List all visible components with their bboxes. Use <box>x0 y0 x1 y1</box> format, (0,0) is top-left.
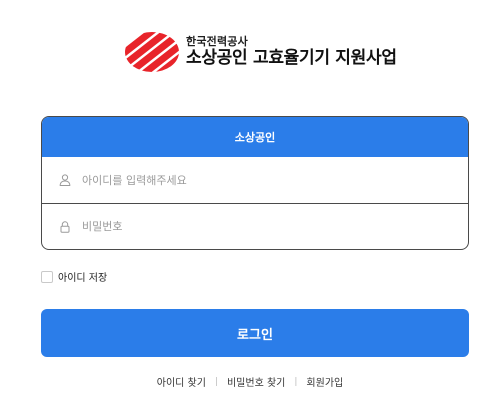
kepco-logo-icon <box>125 32 179 72</box>
brand-header: 한국전력공사 소상공인 고효율기기 지원사업 <box>124 31 397 73</box>
brand-program-title: 소상공인 고효율기기 지원사업 <box>186 48 397 68</box>
id-field-row[interactable] <box>42 157 468 203</box>
lock-icon <box>60 220 70 233</box>
login-card-header: 소상공인 <box>42 117 468 157</box>
login-button[interactable]: 로그인 <box>41 309 469 357</box>
password-input[interactable] <box>82 220 442 233</box>
save-id-option[interactable]: 아이디 저장 <box>41 269 107 284</box>
link-separator: | <box>294 376 298 387</box>
id-input[interactable] <box>82 173 442 187</box>
user-icon <box>59 174 71 186</box>
find-password-link[interactable]: 비밀번호 찾기 <box>227 374 285 389</box>
save-id-label: 아이디 저장 <box>58 273 108 284</box>
link-separator: | <box>214 376 218 387</box>
brand-text: 한국전력공사 소상공인 고효율기기 지원사업 <box>186 35 397 69</box>
find-id-link[interactable]: 아이디 찾기 <box>157 374 206 389</box>
save-id-checkbox[interactable] <box>41 270 53 283</box>
brand-org-name: 한국전력공사 <box>186 35 248 48</box>
password-field-row[interactable] <box>42 203 468 249</box>
login-form: 소상공인 <box>41 116 469 250</box>
signup-link[interactable]: 회원가입 <box>306 374 343 389</box>
login-page: 한국전력공사 소상공인 고효율기기 지원사업 소상공인 아이디 저장 로그인 아… <box>0 0 500 406</box>
account-links: 아이디 찾기 | 비밀번호 찾기 | 회원가입 <box>0 374 500 390</box>
